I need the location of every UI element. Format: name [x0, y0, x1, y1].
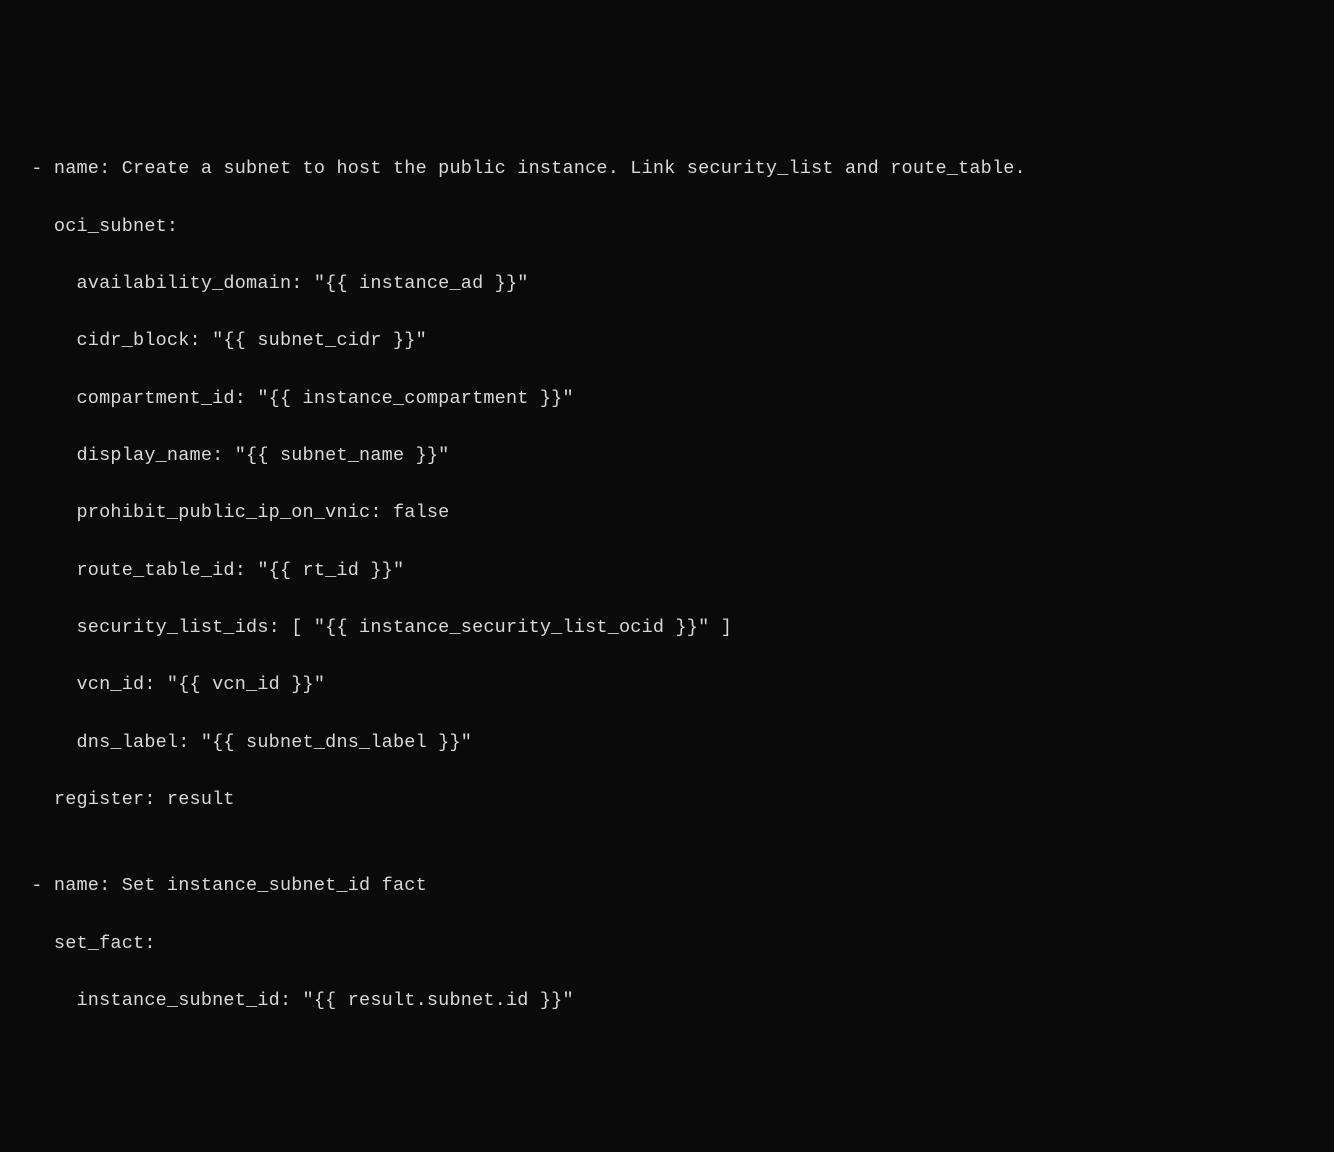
- code-line: availability_domain: "{{ instance_ad }}": [20, 270, 1314, 299]
- code-line: set_fact:: [20, 930, 1314, 959]
- code-line: compartment_id: "{{ instance_compartment…: [20, 385, 1314, 414]
- code-line: prohibit_public_ip_on_vnic: false: [20, 499, 1314, 528]
- code-line: display_name: "{{ subnet_name }}": [20, 442, 1314, 471]
- code-line: - name: Create a subnet to host the publ…: [20, 155, 1314, 184]
- code-line: instance_subnet_id: "{{ result.subnet.id…: [20, 987, 1314, 1016]
- code-line: cidr_block: "{{ subnet_cidr }}": [20, 327, 1314, 356]
- code-line: dns_label: "{{ subnet_dns_label }}": [20, 729, 1314, 758]
- code-block: - name: Create a subnet to host the publ…: [20, 127, 1314, 1045]
- code-line: - name: Set instance_subnet_id fact: [20, 872, 1314, 901]
- code-line: security_list_ids: [ "{{ instance_securi…: [20, 614, 1314, 643]
- code-line: vcn_id: "{{ vcn_id }}": [20, 671, 1314, 700]
- code-line: route_table_id: "{{ rt_id }}": [20, 557, 1314, 586]
- code-line: register: result: [20, 786, 1314, 815]
- code-line: oci_subnet:: [20, 213, 1314, 242]
